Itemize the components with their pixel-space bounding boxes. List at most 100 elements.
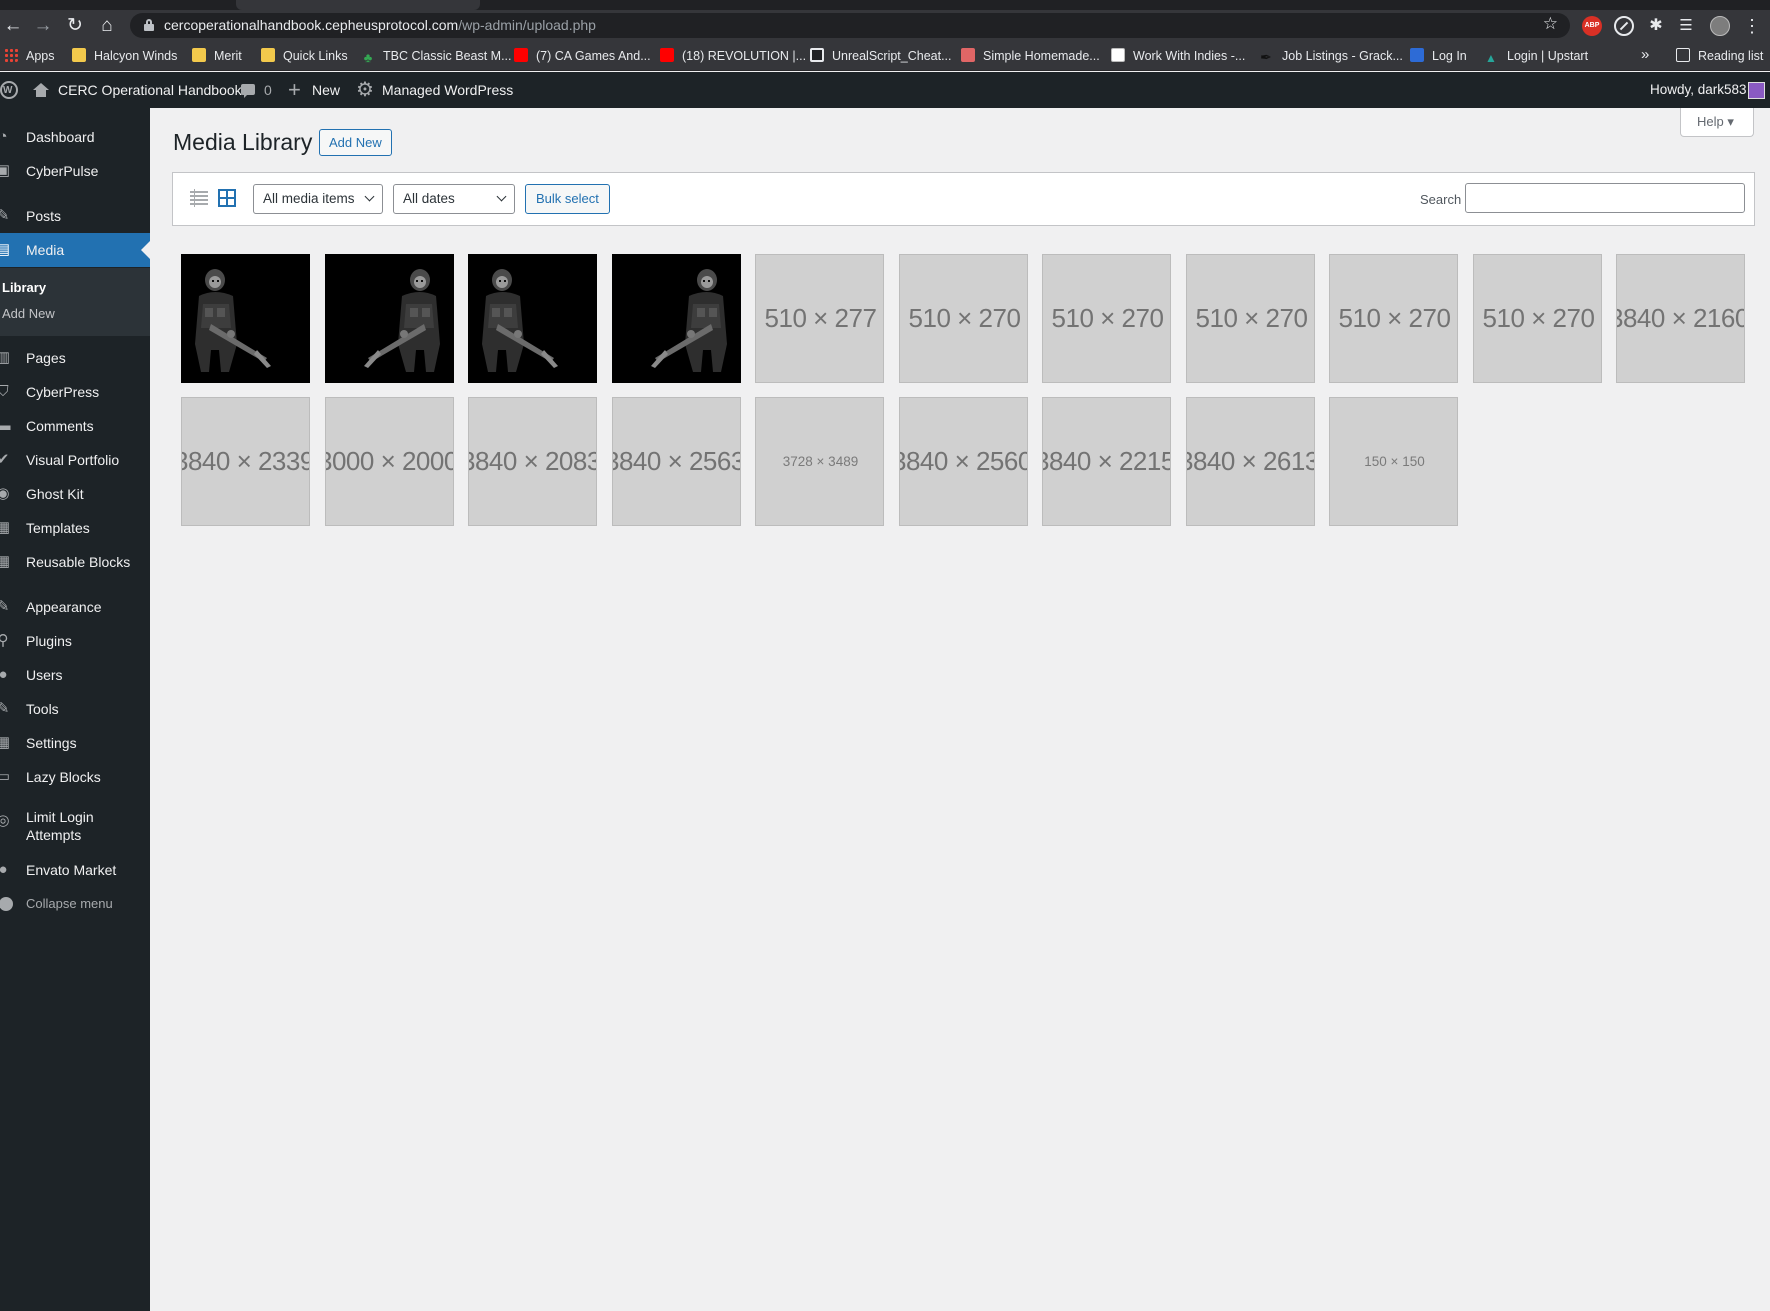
bookmark-simple-homemade[interactable]: Simple Homemade... bbox=[961, 47, 1100, 65]
sidebar-item-plugins[interactable]: ⚲ Plugins bbox=[0, 624, 150, 658]
sidebar-item-envato-market[interactable]: ● Envato Market bbox=[0, 853, 150, 887]
dimensions-label: 3840 × 2215 bbox=[1042, 446, 1171, 476]
media-attachment-tile[interactable]: 510 × 270 bbox=[1473, 254, 1602, 383]
media-queue-icon[interactable]: ☰ bbox=[1676, 16, 1696, 36]
media-attachment-tile[interactable]: 3840 × 2563 bbox=[612, 397, 741, 526]
media-attachment-tile[interactable] bbox=[325, 254, 454, 383]
sidebar-item-media[interactable]: ▤ Media bbox=[0, 233, 150, 267]
sidebar-item-users[interactable]: ● Users bbox=[0, 658, 150, 692]
date-filter[interactable]: All dates bbox=[393, 184, 515, 214]
media-attachment-tile[interactable]: 3840 × 2339 bbox=[181, 397, 310, 526]
plus-icon[interactable]: + bbox=[288, 72, 301, 108]
browser-menu-icon[interactable]: ⋮ bbox=[1742, 16, 1762, 36]
sidebar-item-posts[interactable]: ✎ Posts bbox=[0, 199, 150, 233]
bookmark-unrealscript[interactable]: UnrealScript_Cheat... bbox=[810, 47, 952, 65]
sidebar-item-limit-login[interactable]: ◎ Limit Login Attempts bbox=[0, 804, 150, 848]
media-attachment-tile[interactable] bbox=[612, 254, 741, 383]
media-attachment-tile[interactable]: 510 × 270 bbox=[899, 254, 1028, 383]
user-avatar[interactable] bbox=[1748, 82, 1765, 99]
browser-active-tab[interactable] bbox=[236, 0, 480, 10]
profile-avatar-icon[interactable] bbox=[1710, 16, 1730, 36]
bookmark-halcyon-winds[interactable]: Halcyon Winds bbox=[72, 47, 177, 65]
managed-wordpress-link[interactable]: Managed WordPress bbox=[382, 72, 513, 108]
youtube-icon bbox=[514, 48, 528, 62]
help-tab-button[interactable]: Help ▾ bbox=[1680, 108, 1754, 137]
media-attachment-tile[interactable]: 510 × 270 bbox=[1042, 254, 1171, 383]
media-attachment-tile[interactable]: 3728 × 3489 bbox=[755, 397, 884, 526]
extensions-puzzle-icon[interactable]: ✱ bbox=[1646, 16, 1666, 36]
media-attachment-tile[interactable]: 3840 × 2613 bbox=[1186, 397, 1315, 526]
collapse-menu-button[interactable]: Collapse menu bbox=[0, 887, 150, 921]
bookmark-merit[interactable]: Merit bbox=[192, 47, 242, 65]
new-content-link[interactable]: New bbox=[312, 72, 340, 108]
sidebar-item-lazy-blocks[interactable]: ▭ Lazy Blocks bbox=[0, 760, 150, 794]
media-attachment-tile[interactable]: 510 × 270 bbox=[1329, 254, 1458, 383]
list-view-icon[interactable] bbox=[190, 189, 208, 207]
sidebar-item-label: CyberPulse bbox=[26, 163, 99, 179]
media-attachment-tile[interactable]: 150 × 150 bbox=[1329, 397, 1458, 526]
howdy-account-link[interactable]: Howdy, dark583 bbox=[1650, 72, 1747, 108]
wordpress-logo-icon[interactable] bbox=[0, 72, 18, 109]
sidebar-item-appearance[interactable]: ✎ Appearance bbox=[0, 590, 150, 624]
bulk-select-button[interactable]: Bulk select bbox=[525, 184, 610, 214]
back-arrow-icon[interactable]: ← bbox=[0, 13, 26, 39]
submenu-library[interactable]: Library bbox=[2, 280, 46, 295]
bookmark-star-icon[interactable]: ☆ bbox=[1543, 14, 1558, 34]
home-icon[interactable]: ⌂ bbox=[94, 13, 120, 39]
bookmark-quick-links[interactable]: Quick Links bbox=[261, 47, 348, 65]
bookmark-label: Login | Upstart bbox=[1507, 49, 1589, 63]
site-name-link[interactable]: CERC Operational Handbook bbox=[58, 72, 242, 108]
page-title: Media Library bbox=[173, 129, 313, 155]
submenu-add-new[interactable]: Add New bbox=[2, 306, 55, 321]
bookmark-log-in[interactable]: Log In bbox=[1410, 47, 1467, 65]
adblock-extension-icon[interactable]: ABP bbox=[1582, 16, 1602, 36]
bookmark-revolution[interactable]: (18) REVOLUTION |... bbox=[660, 47, 806, 65]
add-new-button[interactable]: Add New bbox=[319, 129, 392, 156]
bookmark-tbc-classic[interactable]: ♣ TBC Classic Beast M... bbox=[361, 47, 512, 65]
bookmark-apps[interactable]: Apps bbox=[4, 47, 55, 65]
unreal-icon bbox=[810, 48, 824, 62]
folder-icon bbox=[261, 48, 275, 62]
bookmark-upstart[interactable]: ▲ Login | Upstart bbox=[1485, 47, 1588, 65]
bookmark-job-listings[interactable]: ✒ Job Listings - Grack... bbox=[1260, 47, 1403, 65]
sidebar-item-pages[interactable]: ▥ Pages bbox=[0, 341, 150, 375]
media-attachment-tile[interactable]: 3840 × 2215 bbox=[1042, 397, 1171, 526]
bookmark-work-with-indies[interactable]: Work With Indies -... bbox=[1111, 47, 1245, 65]
media-attachment-tile[interactable]: 3840 × 2560 bbox=[899, 397, 1028, 526]
sidebar-item-dashboard[interactable]: ◔ Dashboard bbox=[0, 120, 150, 154]
media-attachment-tile[interactable]: 510 × 277 bbox=[755, 254, 884, 383]
forward-arrow-icon[interactable]: → bbox=[30, 13, 56, 39]
sidebar-item-comments[interactable]: ▬ Comments bbox=[0, 409, 150, 443]
media-attachment-tile[interactable]: 3000 × 2000 bbox=[325, 397, 454, 526]
sidebar-item-label: Comments bbox=[26, 418, 94, 434]
sidebar-item-visual-portfolio[interactable]: ✔ Visual Portfolio bbox=[0, 443, 150, 477]
sidebar-item-ghost-kit[interactable]: ◉ Ghost Kit bbox=[0, 477, 150, 511]
plugin-icon: ⚲ bbox=[0, 632, 9, 649]
bookmarks-overflow-button[interactable]: » bbox=[1641, 46, 1649, 63]
media-attachment-tile[interactable]: 510 × 270 bbox=[1186, 254, 1315, 383]
media-attachment-tile[interactable] bbox=[181, 254, 310, 383]
url-text: cercoperationalhandbook.cepheusprotocol.… bbox=[164, 17, 596, 33]
reading-list-button[interactable]: Reading list bbox=[1676, 47, 1763, 65]
grid-view-icon[interactable] bbox=[218, 189, 236, 207]
bookmark-ca-games[interactable]: (7) CA Games And... bbox=[514, 47, 651, 65]
sidebar-item-label: Media bbox=[26, 242, 65, 258]
media-attachment-tile[interactable] bbox=[468, 254, 597, 383]
reload-icon[interactable]: ↻ bbox=[62, 13, 88, 39]
media-type-filter[interactable]: All media items bbox=[253, 184, 383, 214]
address-bar[interactable]: cercoperationalhandbook.cepheusprotocol.… bbox=[130, 13, 1570, 38]
comments-bubble-icon[interactable] bbox=[241, 84, 255, 98]
search-input[interactable] bbox=[1465, 183, 1745, 213]
dimensions-label: 510 × 270 bbox=[908, 303, 1021, 333]
media-attachment-tile[interactable]: 3840 × 2160 bbox=[1616, 254, 1745, 383]
sidebar-item-reusable-blocks[interactable]: ▦ Reusable Blocks bbox=[0, 545, 150, 579]
gear-icon[interactable]: ⚙ bbox=[356, 72, 374, 108]
sidebar-item-tools[interactable]: ✎ Tools bbox=[0, 692, 150, 726]
sidebar-item-settings[interactable]: ▦ Settings bbox=[0, 726, 150, 760]
sidebar-item-templates[interactable]: ▦ Templates bbox=[0, 511, 150, 545]
sidebar-item-cyberpress[interactable]: ⛉ CyberPress bbox=[0, 375, 150, 409]
blocker-extension-icon[interactable] bbox=[1614, 16, 1634, 36]
comments-count[interactable]: 0 bbox=[264, 72, 272, 108]
sidebar-item-cyberpulse[interactable]: ▣ CyberPulse bbox=[0, 154, 150, 188]
media-attachment-tile[interactable]: 3840 × 2083 bbox=[468, 397, 597, 526]
